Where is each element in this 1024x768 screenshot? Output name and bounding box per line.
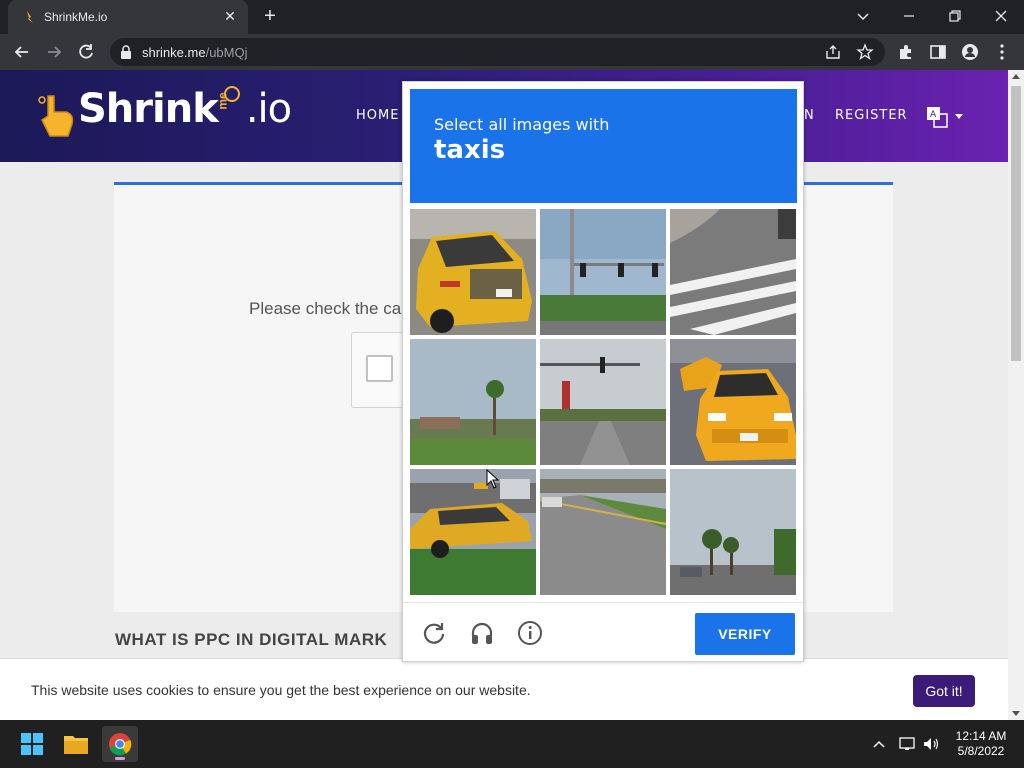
nav-login[interactable]: N [804,108,815,123]
verify-button[interactable]: VERIFY [695,613,795,655]
tab-title: ShrinkMe.io [44,10,108,24]
forward-icon[interactable] [44,42,64,62]
address-bar[interactable]: shrinke.me/ubMQj [110,38,885,66]
shrinkme-logo[interactable]: Shrink .io me [36,84,292,144]
challenge-header: Select all images with taxis [410,89,797,203]
system-clock[interactable]: 12:14 AM 5/8/2022 [950,729,1012,759]
restore-icon[interactable] [944,6,966,26]
captcha-tile-taxi-front[interactable] [670,339,796,465]
audio-icon[interactable] [469,620,495,646]
captcha-tile-palm-tree[interactable] [410,339,536,465]
network-icon[interactable] [898,735,916,753]
captcha-tile-palm-trees[interactable] [670,469,796,595]
challenge-image-grid [410,209,797,596]
captcha-tile-taxi-closeup[interactable] [410,209,536,335]
windows-taskbar: 12:14 AM 5/8/2022 [0,720,1024,768]
clock-date: 5/8/2022 [957,744,1005,758]
reload-icon[interactable] [421,620,447,646]
chrome-taskbar-button[interactable] [102,726,138,762]
svg-text:A: A [930,110,937,120]
back-icon[interactable] [12,42,32,62]
url-text[interactable]: shrinke.me/ubMQj [142,45,247,60]
browser-toolbar: shrinke.me/ubMQj [0,34,1024,70]
profile-icon[interactable] [961,43,979,61]
challenge-footer: VERIFY [403,602,803,662]
close-tab-icon[interactable]: ✕ [222,8,238,24]
reload-page-icon[interactable] [76,42,96,62]
captcha-tile-street-intersection[interactable] [540,339,666,465]
menu-dots-icon[interactable] [993,43,1011,61]
bookmark-star-icon[interactable] [856,43,874,61]
url-domain: shrinke.me [142,45,206,60]
nav-home[interactable]: HOME [356,108,399,123]
logo-io: .io [245,86,292,132]
pointer-hand-logo-icon [38,95,74,137]
volume-icon[interactable] [922,735,940,753]
lock-icon[interactable] [120,45,132,59]
new-tab-button[interactable]: + [260,6,280,26]
share-icon[interactable] [824,43,842,61]
challenge-target: taxis [434,135,506,165]
cookie-text: This website uses cookies to ensure you … [31,682,531,698]
recaptcha-challenge: Select all images with taxis VERIFY [402,81,804,662]
captcha-tile-crosswalk[interactable] [670,209,796,335]
challenge-instruction: Select all images with [434,115,610,134]
language-caret-icon[interactable] [955,114,963,119]
scroll-thumb[interactable] [1011,86,1021,361]
minimize-icon[interactable] [898,6,920,26]
cookie-banner: This website uses cookies to ensure you … [0,658,1008,720]
active-app-indicator [115,757,125,760]
file-explorer-icon[interactable] [58,726,94,762]
tab-strip: ShrinkMe.io ✕ + [0,0,1024,34]
browser-tab[interactable]: ShrinkMe.io ✕ [8,0,248,34]
language-icon[interactable]: A [926,106,948,128]
extensions-icon[interactable] [897,43,915,61]
tab-search-icon[interactable] [852,6,874,26]
close-window-icon[interactable] [990,6,1012,26]
url-path: /ubMQj [205,45,248,60]
windows-start-icon[interactable] [14,726,50,762]
scroll-up-icon[interactable] [1012,74,1020,79]
scroll-down-icon[interactable] [1012,711,1020,716]
captcha-tile-traffic-lights[interactable] [540,209,666,335]
ppc-heading: WHAT IS PPC IN DIGITAL MARK [115,630,388,649]
mouse-cursor-icon [486,469,500,489]
clock-time: 12:14 AM [955,729,1007,743]
shrinkme-favicon [27,11,33,23]
logo-circle-icon [224,86,240,102]
cookie-accept-button[interactable]: Got it! [913,675,975,707]
logo-wordmark: Shrink .io [78,86,292,132]
logo-shrink: Shrink [78,86,219,132]
tray-chevron-icon[interactable] [870,735,888,753]
page-scrollbar[interactable] [1008,70,1024,720]
side-panel-icon[interactable] [929,43,947,61]
captcha-tile-taxi-parking[interactable] [410,469,536,595]
nav-register[interactable]: REGISTER [835,108,908,123]
captcha-tile-road[interactable] [540,469,666,595]
recaptcha-checkbox[interactable] [366,355,393,382]
captcha-prompt-text: Please check the ca [249,299,402,318]
info-icon[interactable] [517,620,543,646]
